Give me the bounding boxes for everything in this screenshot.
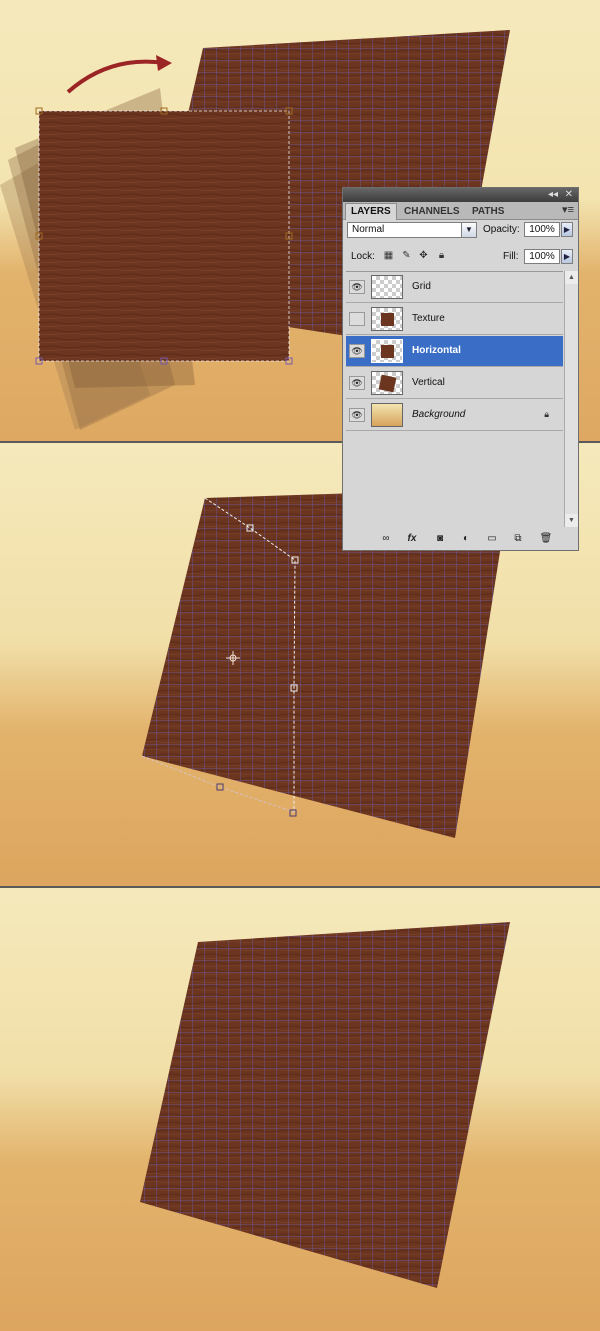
lock-position-icon[interactable]: ✥ xyxy=(418,250,429,261)
layer-thumbnail xyxy=(371,403,403,427)
blend-mode-value: Normal xyxy=(352,224,385,235)
layer-row-vertical[interactable]: 👁︎ Vertical xyxy=(346,368,563,399)
chevron-down-icon[interactable]: ▼ xyxy=(461,223,476,237)
layer-name: Grid xyxy=(412,281,431,292)
new-layer-icon[interactable]: ⧉ xyxy=(511,532,525,545)
step1-wood-square xyxy=(39,111,289,361)
panel-menu-icon[interactable]: ▾≡ xyxy=(562,203,574,216)
eye-icon[interactable]: 👁︎ xyxy=(349,280,365,294)
scroll-down-icon[interactable]: ▼ xyxy=(565,514,578,527)
link-layers-icon[interactable]: ∞ xyxy=(379,532,393,545)
layer-mask-icon[interactable]: ◙ xyxy=(433,532,447,545)
collapse-icon[interactable]: ◂◂ xyxy=(548,188,558,202)
lock-label: Lock: xyxy=(351,251,375,262)
layer-thumbnail xyxy=(371,371,403,395)
tab-layers[interactable]: LAYERS xyxy=(345,203,397,220)
adjustment-layer-icon[interactable]: ◐ xyxy=(459,532,473,545)
layer-row-horizontal[interactable]: 👁︎ Horizontal xyxy=(346,336,563,367)
fill-arrow-icon[interactable]: ▶ xyxy=(561,249,573,264)
layer-row-grid[interactable]: 👁︎ Grid xyxy=(346,272,563,303)
layer-name: Texture xyxy=(412,313,445,324)
lock-icon: 🔒︎ xyxy=(544,409,549,419)
layer-name: Horizontal xyxy=(412,345,461,356)
panel-titlebar[interactable]: ◂◂ ✕ xyxy=(343,188,578,202)
layer-thumbnail xyxy=(371,307,403,331)
lock-transparent-icon[interactable]: ▦ xyxy=(383,250,394,261)
eye-icon[interactable]: 👁︎ xyxy=(349,408,365,422)
eye-icon[interactable]: 👁︎ xyxy=(349,344,365,358)
layer-row-texture[interactable]: Texture xyxy=(346,304,563,335)
visibility-off-box[interactable] xyxy=(349,312,365,326)
layers-list: 👁︎ Grid Texture 👁︎ Horizontal 👁︎ Vertica… xyxy=(346,271,563,528)
close-icon[interactable]: ✕ xyxy=(565,188,573,202)
eye-icon[interactable]: 👁︎ xyxy=(349,376,365,390)
layer-style-icon[interactable]: fx xyxy=(405,532,419,545)
opacity-input[interactable]: 100% xyxy=(524,222,560,237)
layers-scrollbar[interactable]: ▲ ▼ xyxy=(564,271,578,527)
layers-panel: ◂◂ ✕ LAYERS CHANNELS PATHS ▾≡ Normal ▼ O… xyxy=(342,187,579,551)
layer-name: Background xyxy=(412,409,466,420)
fill-label: Fill: xyxy=(503,251,519,262)
lock-all-icon[interactable]: 🔒︎ xyxy=(436,250,447,261)
lock-pixels-icon[interactable]: ✎ xyxy=(401,250,412,261)
blend-mode-select[interactable]: Normal ▼ xyxy=(347,222,477,238)
tab-paths[interactable]: PATHS xyxy=(467,204,509,219)
layer-row-background[interactable]: 👁︎ Background 🔒︎ xyxy=(346,400,563,431)
trash-icon[interactable]: 🗑︎ xyxy=(539,532,553,545)
fill-input[interactable]: 100% xyxy=(524,249,560,264)
new-group-icon[interactable]: ▭ xyxy=(485,532,499,545)
rotation-arrow xyxy=(66,59,166,94)
layer-thumbnail xyxy=(371,339,403,363)
opacity-arrow-icon[interactable]: ▶ xyxy=(561,222,573,237)
layer-thumbnail xyxy=(371,275,403,299)
tab-channels[interactable]: CHANNELS xyxy=(399,204,465,219)
scroll-up-icon[interactable]: ▲ xyxy=(565,271,578,284)
panel-tabs: LAYERS CHANNELS PATHS ▾≡ xyxy=(343,202,578,220)
opacity-label: Opacity: xyxy=(483,224,520,235)
layers-footer: ∞ fx ◙ ◐ ▭ ⧉ 🗑︎ xyxy=(343,528,578,550)
layer-name: Vertical xyxy=(412,377,445,388)
